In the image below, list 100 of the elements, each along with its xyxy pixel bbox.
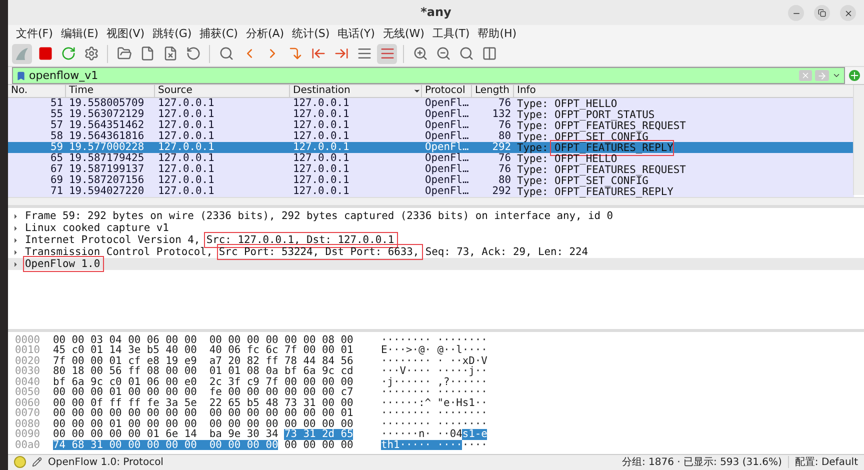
table-cell: Type: OFPT_SET_CONFIG <box>517 175 648 188</box>
tree-item[interactable]: Internet Protocol Version 4, Src: 127.0.0.1, Dst: 127.0.0.1 <box>8 234 864 246</box>
columns-icon <box>482 46 496 62</box>
minimize-button[interactable] <box>788 5 804 21</box>
table-cell-text: 127.0.0.1 <box>292 131 350 142</box>
packet-row[interactable]: 65 19.587179425 127.0.0.1 127.0.0.1 OpenFl… 76 Type: OFPT_HELLO <box>8 153 854 164</box>
filter-bar[interactable]: openflow_v1 <box>12 67 845 84</box>
colorize-button[interactable] <box>377 44 397 64</box>
offset-label: 0000 <box>15 334 42 346</box>
table-cell-text: 19.587199137 <box>68 164 146 176</box>
packet-row[interactable]: 51 19.558005709 127.0.0.1 127.0.0.1 OpenFl… 76 Type: OFPT_HELLO <box>8 98 854 110</box>
tree-item-text: Linux cooked capture v1 <box>25 222 169 234</box>
offset-label: 0080 <box>15 418 42 430</box>
table-cell-text: 80 <box>498 131 512 142</box>
menu-item[interactable]: 无线(W) <box>378 26 428 41</box>
table-cell-text: 127.0.0.1 <box>292 98 350 110</box>
packet-row[interactable]: 58 19.564361816 127.0.0.1 127.0.0.1 OpenFl… 80 Type: OFPT_SET_CONFIG <box>8 131 854 142</box>
packet-row[interactable]: 69 19.587207156 127.0.0.1 127.0.0.1 OpenFl… 80 Type: OFPT_SET_CONFIG <box>8 175 854 186</box>
shark-fin-icon <box>14 46 30 62</box>
table-cell-text: 127.0.0.1 <box>292 120 350 132</box>
ascii-text: ········ ········ <box>381 408 488 419</box>
table-cell-text: 127.0.0.1 <box>292 109 350 120</box>
close-file-icon <box>162 46 178 62</box>
table-cell-text: 19.587179425 <box>68 153 146 164</box>
tree-item[interactable]: OpenFlow 1.0 <box>8 258 864 270</box>
table-cell-text: 127.0.0.1 <box>157 153 216 164</box>
vertical-scrollbar[interactable] <box>853 85 864 196</box>
table-cell-text: OpenFl… <box>424 109 470 120</box>
menu-item[interactable]: 统计(S) <box>288 26 334 41</box>
ascii-text: E···>·@· @··l···· <box>381 345 488 356</box>
status-indicator-icon[interactable] <box>14 456 26 468</box>
close-icon <box>844 8 852 18</box>
table-cell-text: OpenFl… <box>424 175 470 186</box>
zoom-out-icon <box>436 46 450 62</box>
turn-arrow-icon <box>288 46 302 62</box>
menu-item[interactable]: 文件(F) <box>12 26 57 41</box>
offset-label: 0050 <box>15 387 42 398</box>
menu-item[interactable]: 电话(Y) <box>334 26 379 41</box>
tree-item[interactable]: Frame 59: 292 bytes on wire (2336 bits), 292 bytes captured (2336 bits) on interface any, id 0 <box>8 210 864 222</box>
horizontal-scrollbar[interactable] <box>8 197 864 206</box>
table-cell-text: 127.0.0.1 <box>157 186 216 198</box>
tree-item[interactable]: Transmission Control Protocol, Src Port: 53224, Dst Port: 6633, Seq: 73, Ack: 29, Len: 224 <box>8 246 864 258</box>
packet-row[interactable]: 67 19.587199137 127.0.0.1 127.0.0.1 OpenFl… 76 Type: OFPT_FEATURES_REQUEST <box>8 164 854 176</box>
menu-item[interactable]: 跳转(G) <box>148 26 196 41</box>
offset-label: 0020 <box>15 356 42 366</box>
ascii-text: ···V···· ·····j·· <box>381 366 488 377</box>
table-cell-text: 127.0.0.1 <box>292 164 350 176</box>
packet-row[interactable]: 59 19.577000228 127.0.0.1 127.0.0.1 OpenFl… 292 Type: OFPT_FEATURES_REPLY <box>8 142 854 154</box>
table-cell: Type: OFPT_HELLO <box>517 153 618 166</box>
tree-item[interactable]: Linux cooked capture v1 <box>8 222 864 234</box>
packet-row[interactable]: 55 19.563072129 127.0.0.1 127.0.0.1 OpenFl… 132 Type: OFPT_PORT_STATUS <box>8 109 854 120</box>
column-header[interactable]: Destination <box>290 85 422 98</box>
hex-bytes: 00 00 0f ff ff fe 3a 5e 22 65 b5 48 73 31 00 00 <box>53 398 354 408</box>
hex-bytes: 00 00 00 00 00 00 00 00 00 00 00 00 00 00 00 01 <box>53 408 354 419</box>
table-cell-text: OpenFl… <box>424 186 470 198</box>
menu-item[interactable]: 分析(A) <box>242 26 288 41</box>
column-header[interactable]: No. <box>8 85 66 98</box>
table-cell: Type: OFPT_HELLO <box>517 98 618 110</box>
ascii-text: ········ ········ <box>381 334 488 346</box>
offset-label: 0090 <box>15 429 42 440</box>
packet-row[interactable]: 57 19.564351462 127.0.0.1 127.0.0.1 OpenFl… 76 Type: OFPT_FEATURES_REQUEST <box>8 120 854 132</box>
tree-item-text: OpenFlow 1.0 <box>25 258 100 270</box>
column-header[interactable]: Source <box>155 85 290 98</box>
menu-item[interactable]: 视图(V) <box>102 26 149 41</box>
table-cell-text: OpenFl… <box>424 131 470 142</box>
table-cell-text: 19.558005709 <box>68 98 146 110</box>
close-button[interactable] <box>840 5 856 21</box>
table-cell: Type: OFPT_FEATURES_REQUEST <box>517 120 686 132</box>
hex-bytes: 00 00 00 00 00 01 6e 14 ba 9e 30 34 <box>53 429 280 440</box>
selected-hex-bytes: 73 31 2d 65 <box>284 429 354 440</box>
profile-text[interactable]: 配置: Default <box>794 455 858 470</box>
table-cell-text: OpenFl… <box>424 153 470 164</box>
start-capture-button[interactable] <box>12 44 32 64</box>
column-header[interactable]: Length <box>472 85 514 98</box>
menu-item[interactable]: 工具(T) <box>428 26 474 41</box>
menu-item[interactable]: 捕获(C) <box>196 26 242 41</box>
column-header[interactable]: Protocol <box>422 85 472 98</box>
column-header[interactable]: Time <box>66 85 155 98</box>
table-cell: Type: OFPT_PORT_STATUS <box>517 109 655 122</box>
packet-row[interactable]: 71 19.594027220 127.0.0.1 127.0.0.1 OpenFl… 292 Type: OFPT_FEATURES_REPLY <box>8 186 854 198</box>
maximize-button[interactable] <box>814 5 830 21</box>
add-filter-icon[interactable] <box>849 70 860 82</box>
table-cell-text: 76 <box>497 120 512 132</box>
table-cell: Type: OFPT_FEATURES_REPLY <box>517 142 674 154</box>
menu-item[interactable]: 编辑(E) <box>56 26 102 41</box>
ascii-text: ···· <box>462 440 488 450</box>
table-cell-text: 127.0.0.1 <box>157 109 216 120</box>
display-filter-field[interactable]: openflow_v1 <box>29 69 796 82</box>
table-cell-text: 76 <box>497 153 512 164</box>
edit-icon[interactable] <box>32 457 42 468</box>
table-cell-text: 127.0.0.1 <box>292 142 350 154</box>
table-cell-text: 292 <box>491 142 512 154</box>
ascii-text: ········ ········ <box>381 387 488 398</box>
ascii-text: ······:^ "e·Hs1·· <box>381 398 488 408</box>
offset-label: 00a0 <box>15 440 42 450</box>
table-cell-text: 59 <box>49 142 64 154</box>
menu-item[interactable]: 帮助(H) <box>474 26 521 41</box>
ascii-text: ········ ········ <box>381 418 488 430</box>
table-cell-text: 132 <box>491 109 512 120</box>
hex-bytes: 00 00 03 04 00 06 00 00 00 00 00 00 00 00 08 00 <box>53 334 354 346</box>
